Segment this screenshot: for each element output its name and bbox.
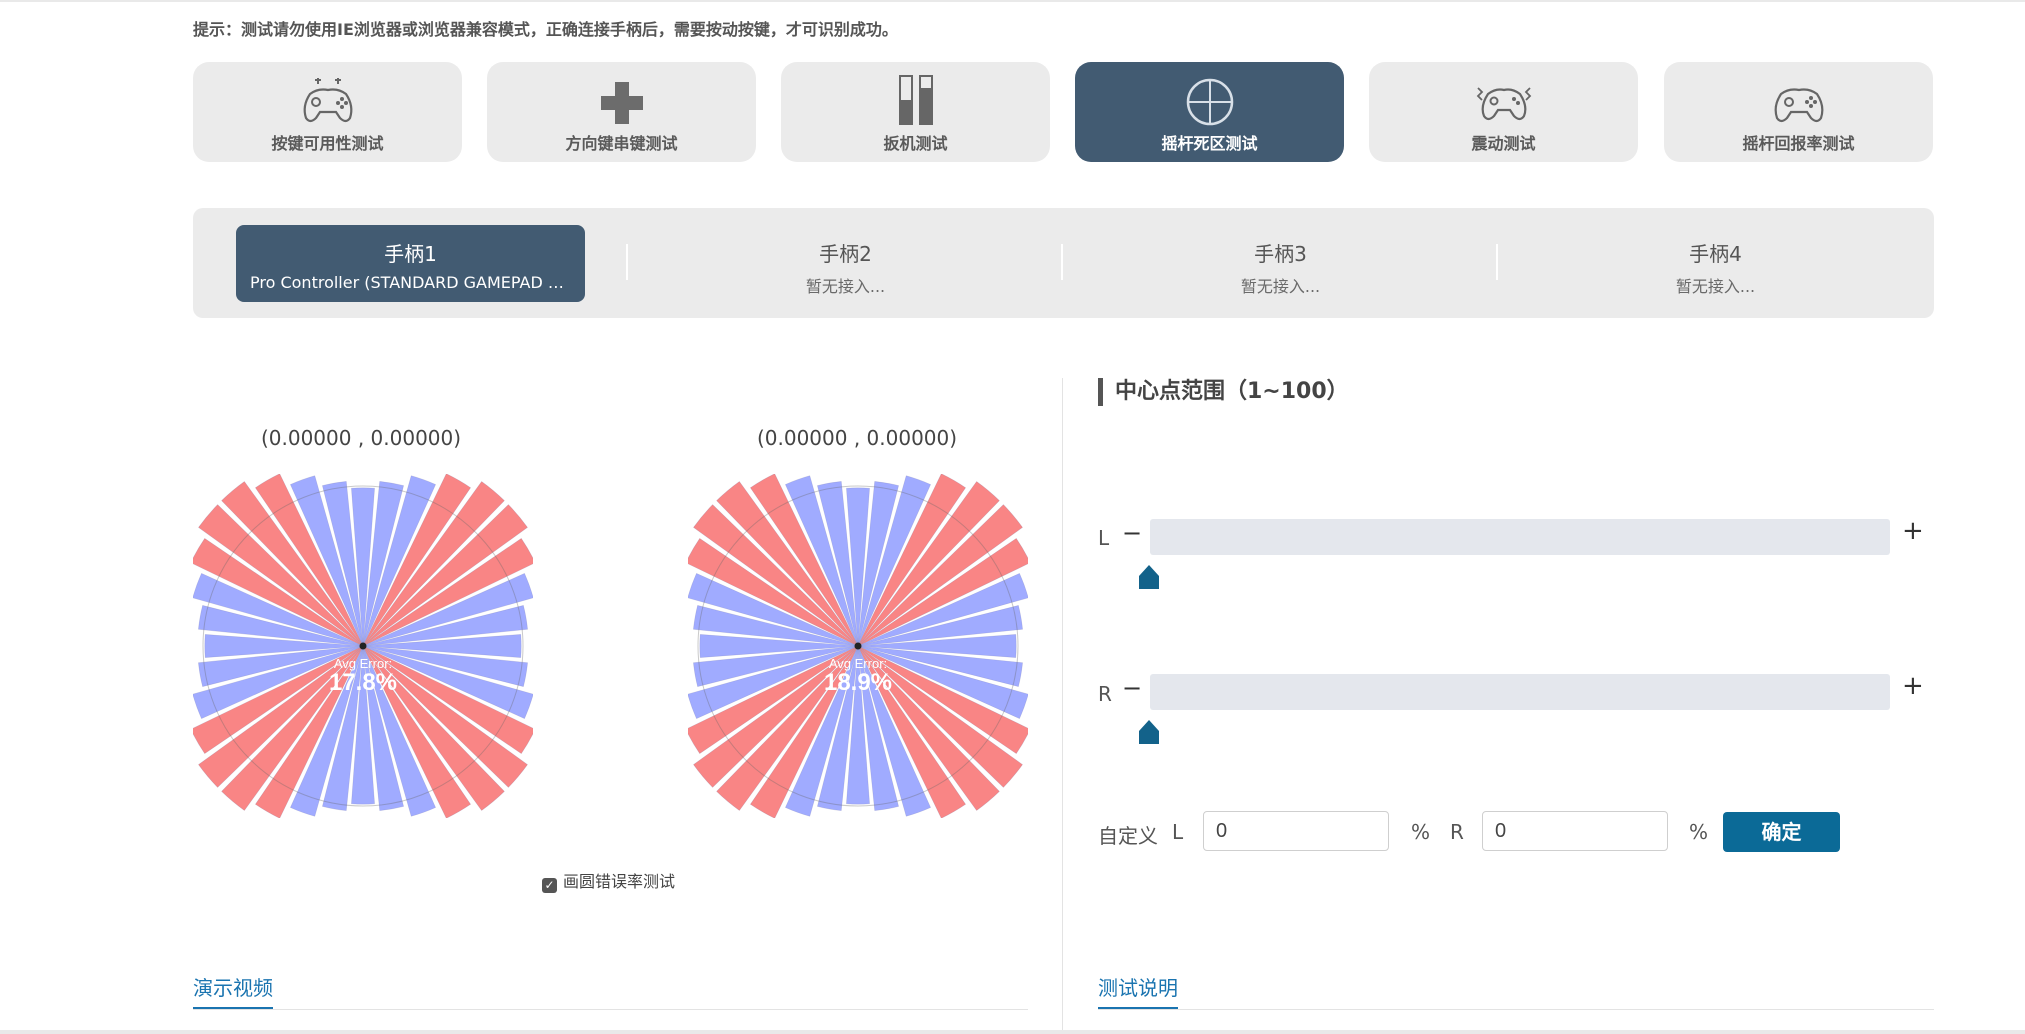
gamepad-selector: 手柄1 Pro Controller (STANDARD GAMEPAD Ven… [193,208,1934,318]
right-slider-thumb[interactable] [1138,719,1160,745]
gamepad-tab-1[interactable]: 手柄1 Pro Controller (STANDARD GAMEPAD Ven… [236,225,585,302]
tab-test-instructions[interactable]: 测试说明 [1098,972,1178,1010]
right-stick-coordinates: (0.00000 , 0.00000) [756,426,958,450]
dpad-icon [600,82,643,124]
tab-underline [193,1009,1028,1010]
vibrating-gamepad-icon [1476,87,1531,121]
left-increase-button[interactable]: + [1902,516,1924,546]
gamepad-name: 手柄1 [384,242,437,266]
top-border [0,0,2025,2]
panel-divider [1062,378,1063,1034]
crosshair-icon [1186,78,1233,126]
gamepad-status: 暂无接入... [805,277,886,296]
test-type-bar: 按键可用性测试 方向键串键测试 扳机测试 摇杆死区测试 震动测试 摇杆回报率测试 [193,62,1934,162]
checkbox-label: 画圆错误率测试 [563,872,676,891]
percent-label: % [1411,820,1431,844]
test-card-dpad[interactable]: 方向键串键测试 [487,62,756,162]
gamepad-tab-4[interactable]: 手柄4 暂无接入... [1541,225,1890,302]
custom-l-label: L [1172,820,1184,844]
test-card-button-availability[interactable]: 按键可用性测试 [193,62,462,162]
left-stick-coordinates: (0.00000 , 0.00000) [260,426,462,450]
gamepad-name: 手柄4 [1689,242,1742,266]
right-slider-label: R [1098,682,1112,706]
right-deadzone-slider[interactable] [1150,674,1890,710]
avg-error-value: 18.9% [824,669,892,696]
avg-error-value: 17.8% [329,669,397,696]
gamepad-name: 手柄3 [1254,242,1307,266]
custom-r-label: R [1450,820,1464,844]
gamepad-buttons-icon [303,78,352,123]
test-card-label: 摇杆回报率测试 [1742,134,1855,153]
test-card-vibration[interactable]: 震动测试 [1369,62,1638,162]
tab-demo-video[interactable]: 演示视频 [193,972,273,1010]
left-slider-thumb[interactable] [1138,564,1160,590]
gamepad-name: 手柄2 [819,242,872,266]
circle-error-test-toggle[interactable]: ✓ 画圆错误率测试 [542,868,675,893]
stick-position-dot [359,642,367,650]
gamepad-tab-3[interactable]: 手柄3 暂无接入... [1106,225,1455,302]
left-deadzone-slider[interactable] [1150,519,1890,555]
gamepad-tab-2[interactable]: 手柄2 暂无接入... [671,225,1020,302]
custom-label: 自定义 [1098,824,1158,848]
custom-l-input[interactable] [1203,811,1389,851]
right-increase-button[interactable]: + [1902,671,1924,701]
test-card-label: 方向键串键测试 [565,134,678,153]
test-card-label: 摇杆死区测试 [1161,134,1258,153]
gamepad-divider [1496,244,1498,280]
test-card-stick-deadzone[interactable]: 摇杆死区测试 [1075,62,1344,162]
custom-r-input[interactable] [1482,811,1668,851]
gamepad-divider [1061,244,1063,280]
trigger-bars-icon [898,75,933,125]
gamepad-divider [626,244,628,280]
test-card-label: 扳机测试 [883,134,948,153]
tab-underline [1098,1009,1934,1010]
test-card-trigger[interactable]: 扳机测试 [781,62,1050,162]
test-card-polling-rate[interactable]: 摇杆回报率测试 [1664,62,1933,162]
right-decrease-button[interactable]: − [1122,674,1142,702]
confirm-button[interactable]: 确定 [1723,812,1840,852]
bottom-border [0,1030,2025,1034]
gamepad-status: 暂无接入... [1240,277,1321,296]
checkbox[interactable]: ✓ [542,878,557,893]
percent-label: % [1689,820,1709,844]
hint-text: 提示：测试请勿使用IE浏览器或浏览器兼容模式，正确连接手柄后，需要按动按键，才可… [193,20,898,39]
left-decrease-button[interactable]: − [1122,519,1142,547]
gamepad-icon [1774,88,1823,123]
left-stick-error-chart: Avg Error: 17.8% [193,474,533,818]
test-card-label: 按键可用性测试 [271,134,384,153]
left-slider-label: L [1098,526,1110,550]
deadzone-range-title: 中心点范围（1~100） [1098,378,1349,406]
stick-position-dot [854,642,862,650]
right-stick-error-chart: Avg Error: 18.9% [688,474,1028,818]
gamepad-status: 暂无接入... [1675,277,1756,296]
test-card-label: 震动测试 [1471,134,1536,153]
gamepad-status: Pro Controller (STANDARD GAMEPAD Vendor:… [250,273,585,292]
